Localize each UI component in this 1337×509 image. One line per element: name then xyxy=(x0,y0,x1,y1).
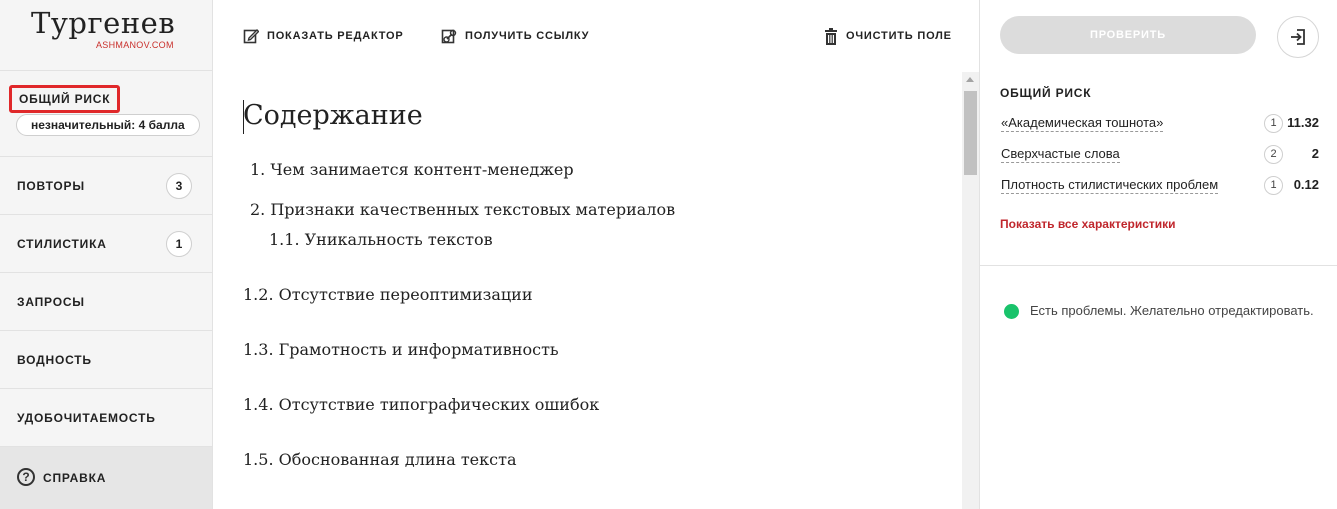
metric-score-badge: 1 xyxy=(1264,176,1283,195)
clear-field-button[interactable]: ОЧИСТИТЬ ПОЛЕ xyxy=(824,26,952,46)
sidebar-item-label: ПОВТОРЫ xyxy=(17,179,85,193)
trash-icon xyxy=(825,27,837,45)
logo-title: Тургенев xyxy=(31,6,176,40)
sidebar-item-repeats[interactable]: ПОВТОРЫ 3 xyxy=(0,157,212,215)
document-line: 1. Чем занимается контент-менеджер xyxy=(250,160,574,179)
metric-value: 0.12 xyxy=(1293,177,1319,192)
check-button[interactable]: ПРОВЕРИТЬ xyxy=(1000,16,1256,54)
document-line: 1.5. Обоснованная длина текста xyxy=(243,450,517,469)
exit-icon xyxy=(1291,29,1305,45)
metric-score-badge: 2 xyxy=(1264,145,1283,164)
scrollbar-thumb[interactable] xyxy=(964,91,977,175)
show-all-characteristics-link[interactable]: Показать все характеристики xyxy=(1000,217,1176,231)
metric-link[interactable]: «Академическая тошнота» xyxy=(1001,115,1164,132)
get-link-button[interactable]: ПОЛУЧИТЬ ССЫЛКУ xyxy=(441,26,589,46)
sidebar-item-label: ВОДНОСТЬ xyxy=(17,353,92,367)
logo-subtitle: ASHMANOV.COM xyxy=(96,40,174,50)
status-text: Есть проблемы. Желательно отредактироват… xyxy=(1030,303,1314,318)
metric-link[interactable]: Сверхчастые слова xyxy=(1001,146,1120,163)
count-badge: 3 xyxy=(166,173,192,199)
panel-title: ОБЩИЙ РИСК xyxy=(1000,86,1092,100)
show-editor-button[interactable]: ПОКАЗАТЬ РЕДАКТОР xyxy=(243,26,403,46)
count-badge: 1 xyxy=(166,231,192,257)
sidebar-item-label: СПРАВКА xyxy=(43,471,107,485)
scroll-up-arrow-icon[interactable] xyxy=(966,77,974,82)
metric-link[interactable]: Плотность стилистических проблем xyxy=(1001,177,1219,194)
status-indicator-icon xyxy=(1004,304,1019,319)
sidebar-item-label: УДОБОЧИТАЕМОСТЬ xyxy=(17,411,156,425)
metric-score-badge: 1 xyxy=(1264,114,1283,133)
metric-value: 2 xyxy=(1311,146,1319,161)
divider xyxy=(980,265,1337,266)
sidebar: Тургенев ASHMANOV.COM ОБЩИЙ РИСК незначи… xyxy=(0,0,213,509)
help-icon: ? xyxy=(17,468,35,486)
document-heading: Содержание xyxy=(243,100,423,131)
sidebar-item-label: ЗАПРОСЫ xyxy=(17,295,85,309)
risk-value-badge: незначительный: 4 балла xyxy=(16,114,200,136)
sidebar-item-stylistics[interactable]: СТИЛИСТИКА 1 xyxy=(0,215,212,273)
show-editor-label: ПОКАЗАТЬ РЕДАКТОР xyxy=(267,30,404,42)
exit-button[interactable] xyxy=(1277,16,1319,58)
document-line: 2. Признаки качественных текстовых матер… xyxy=(250,200,676,219)
document-line: 1.1. Уникальность текстов xyxy=(269,230,493,249)
risk-summary: ОБЩИЙ РИСК незначительный: 4 балла xyxy=(0,71,212,157)
get-link-label: ПОЛУЧИТЬ ССЫЛКУ xyxy=(465,30,590,42)
sidebar-item-wateriness[interactable]: ВОДНОСТЬ xyxy=(0,331,212,389)
sidebar-item-help[interactable]: ? СПРАВКА xyxy=(0,447,212,509)
results-panel xyxy=(979,0,1337,509)
logo[interactable]: Тургенев ASHMANOV.COM xyxy=(0,0,212,71)
sidebar-item-queries[interactable]: ЗАПРОСЫ xyxy=(0,273,212,331)
sidebar-item-readability[interactable]: УДОБОЧИТАЕМОСТЬ xyxy=(0,389,212,447)
sidebar-item-label: СТИЛИСТИКА xyxy=(17,237,107,251)
risk-label: ОБЩИЙ РИСК xyxy=(9,85,121,113)
metric-value: 11.32 xyxy=(1287,115,1319,130)
link-icon xyxy=(441,29,457,44)
document-line: 1.4. Отсутствие типографических ошибок xyxy=(243,395,600,414)
clear-field-label: ОЧИСТИТЬ ПОЛЕ xyxy=(846,30,952,42)
edit-icon xyxy=(243,29,259,44)
document-line: 1.2. Отсутствие переоптимизации xyxy=(243,285,533,304)
document-line: 1.3. Грамотность и информативность xyxy=(243,340,559,359)
